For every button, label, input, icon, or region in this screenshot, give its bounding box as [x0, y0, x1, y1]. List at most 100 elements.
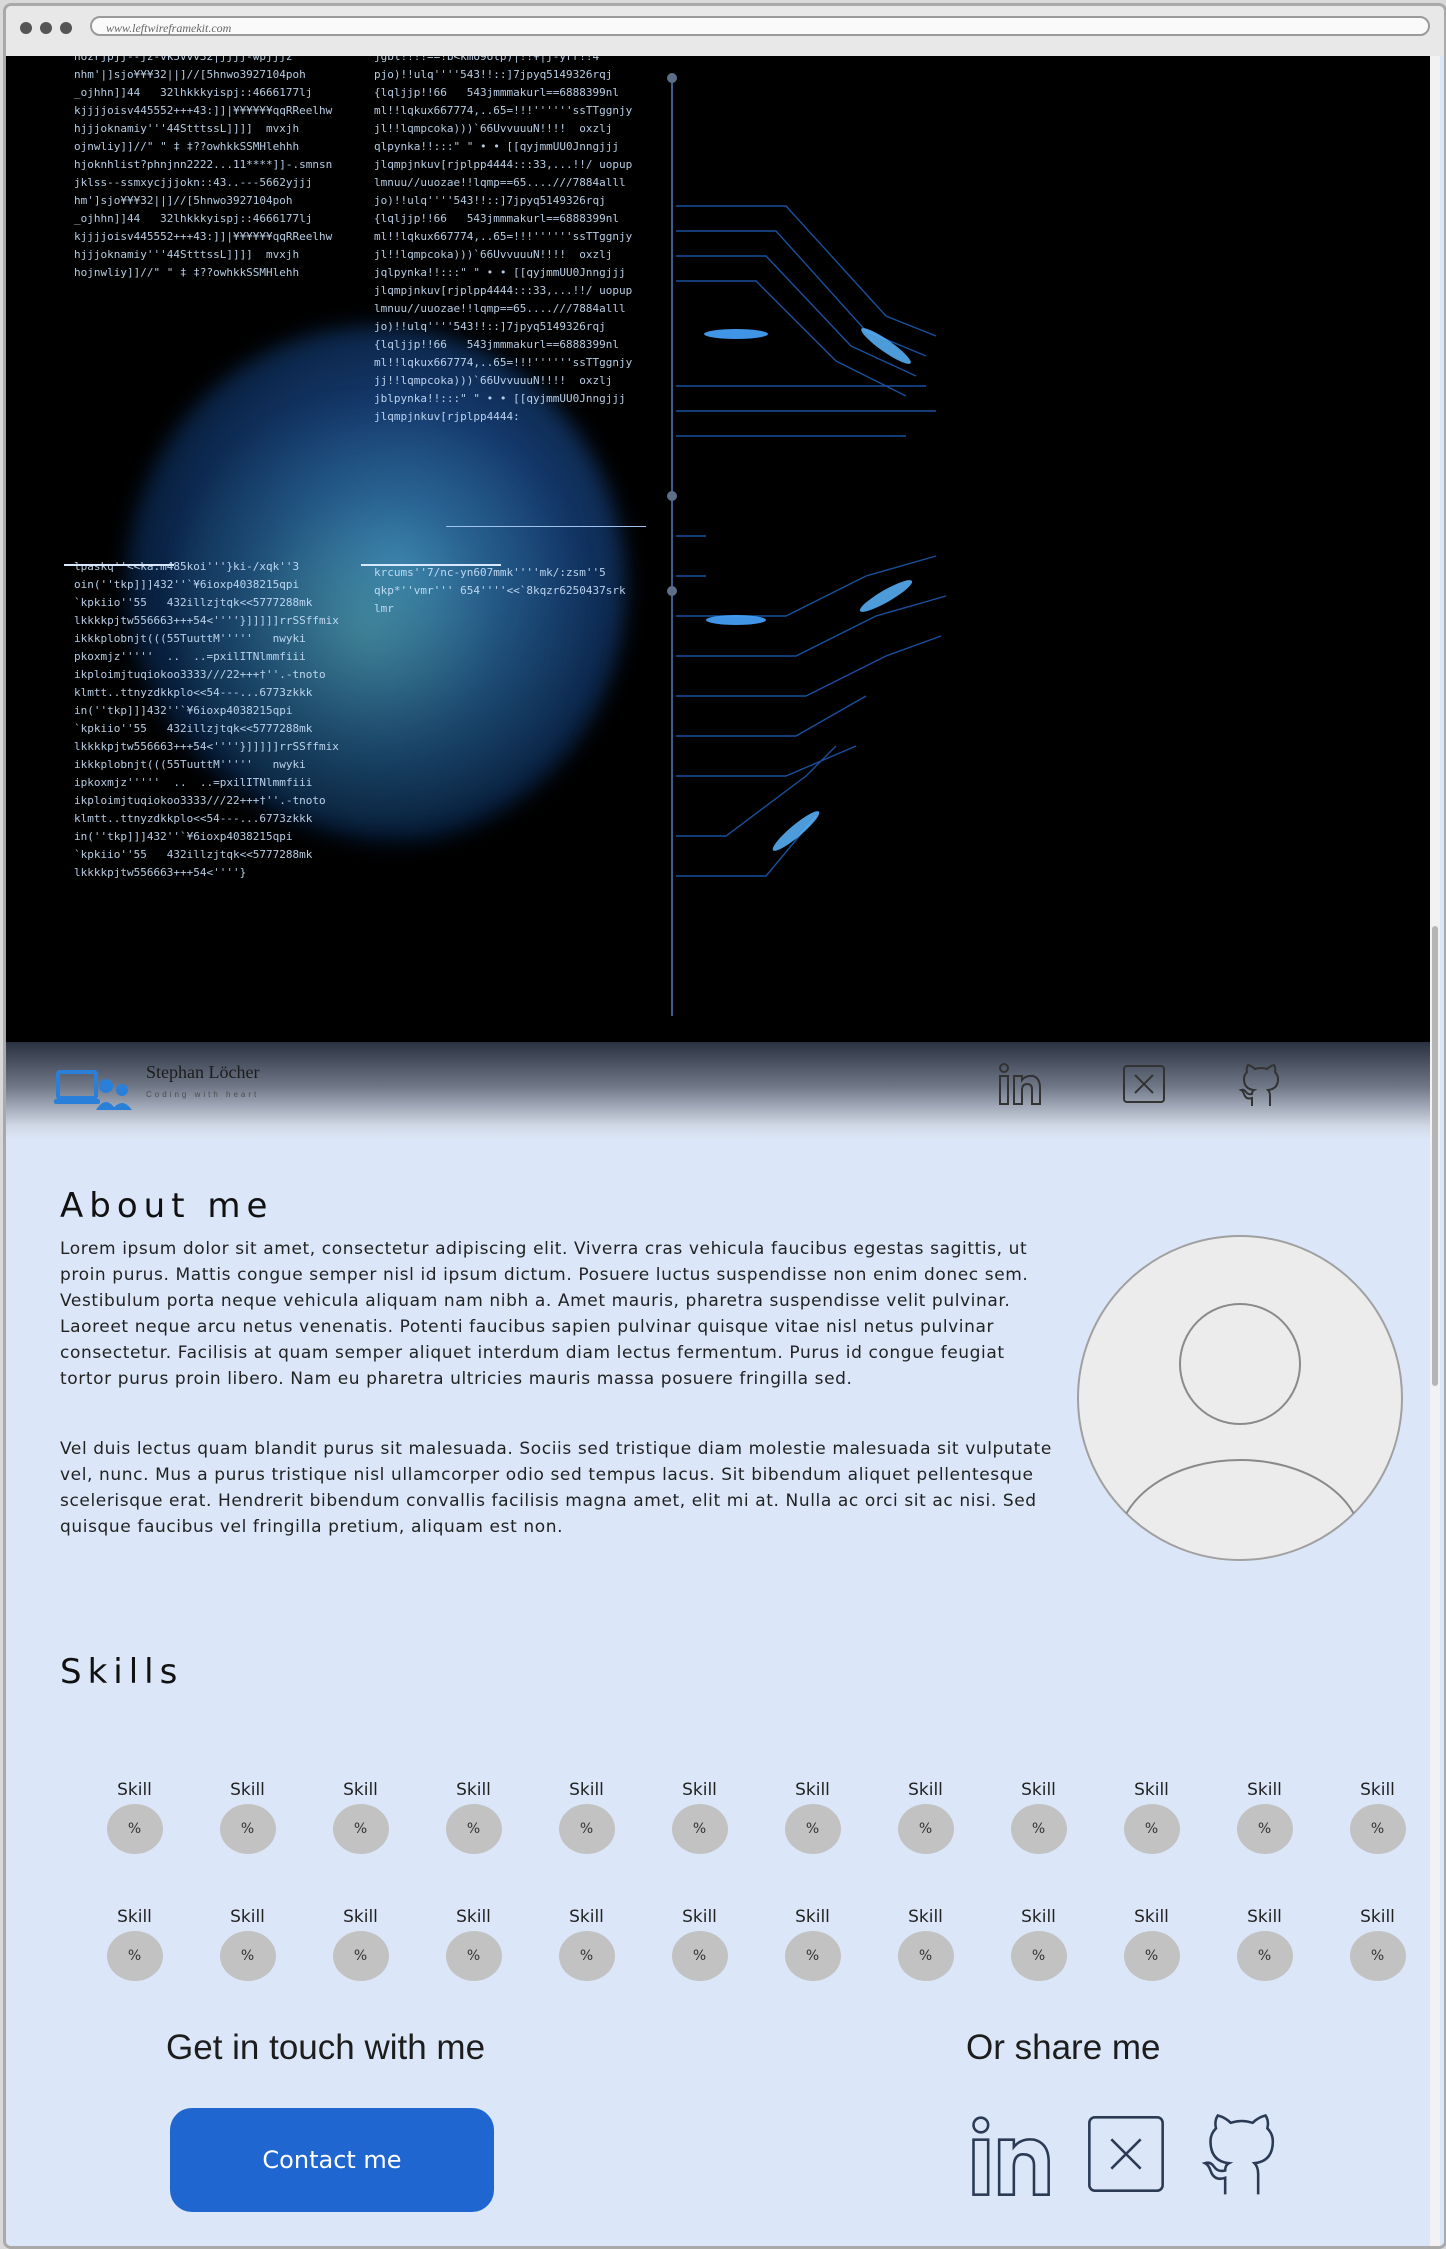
skill-label: Skill	[1247, 1780, 1282, 1800]
scrollbar[interactable]	[1430, 56, 1440, 2246]
about-title: About me	[60, 1186, 274, 1226]
skill-label: Skill	[682, 1907, 717, 1927]
address-bar[interactable]: www.leftwireframekit.com	[90, 16, 1430, 36]
skill-percent-badge: %	[106, 1804, 163, 1854]
skill-item: Skill%	[756, 1776, 869, 1854]
skill-item: Skill%	[869, 1776, 982, 1854]
skill-label: Skill	[1021, 1780, 1056, 1800]
skill-item: Skill%	[982, 1903, 1095, 1981]
skill-label: Skill	[1360, 1780, 1395, 1800]
window-maximize-dot[interactable]	[60, 22, 72, 34]
skill-item: Skill%	[1208, 1776, 1321, 1854]
skill-label: Skill	[230, 1907, 265, 1927]
page-viewport: nozrjpjj--jz-vk5vvv32|jjjj-wpjjjz nhm'|]…	[6, 56, 1444, 2246]
about-paragraph-1: Lorem ipsum dolor sit amet, consectetur …	[60, 1239, 1029, 1389]
skill-label: Skill	[343, 1780, 378, 1800]
x-icon[interactable]	[1120, 1062, 1168, 1110]
skill-item: Skill%	[756, 1903, 869, 1981]
logo-icon[interactable]	[54, 1066, 134, 1114]
skill-label: Skill	[1134, 1780, 1169, 1800]
skill-item: Skill%	[1208, 1903, 1321, 1981]
skill-label: Skill	[343, 1907, 378, 1927]
skill-label: Skill	[908, 1907, 943, 1927]
circuit-lines	[667, 73, 947, 877]
skill-item: Skill%	[1095, 1903, 1208, 1981]
github-icon[interactable]	[1234, 1062, 1282, 1110]
skill-item: Skill%	[78, 1903, 191, 1981]
skill-label: Skill	[117, 1907, 152, 1927]
skills-row-1: Skill% Skill% Skill% Skill% Skill% Skill% Skil…	[78, 1776, 1434, 1854]
contact-button[interactable]: Contact me	[170, 2108, 494, 2212]
share-title: Or share me	[966, 2028, 1161, 2067]
skill-item: Skill%	[191, 1776, 304, 1854]
window-controls	[20, 22, 72, 34]
skill-item: Skill%	[1321, 1903, 1434, 1981]
skill-item: Skill%	[530, 1776, 643, 1854]
skill-item: Skill%	[643, 1776, 756, 1854]
skill-percent-badge: %	[332, 1804, 389, 1854]
skill-item: Skill%	[417, 1903, 530, 1981]
skill-item: Skill%	[78, 1776, 191, 1854]
skill-item: Skill%	[1095, 1776, 1208, 1854]
skills-title: Skills	[60, 1652, 184, 1692]
skill-item: Skill%	[417, 1776, 530, 1854]
skill-percent-badge: %	[219, 1931, 276, 1981]
window-close-dot[interactable]	[20, 22, 32, 34]
about-paragraph-2: Vel duis lectus quam blandit purus sit m…	[60, 1439, 1052, 1537]
skill-percent-badge: %	[558, 1931, 615, 1981]
skill-percent-badge: %	[1236, 1804, 1293, 1854]
skill-percent-badge: %	[1010, 1804, 1067, 1854]
skill-percent-badge: %	[1349, 1804, 1406, 1854]
brand-name[interactable]: Stephan Löcher	[146, 1062, 259, 1083]
share-x-icon[interactable]	[1082, 2110, 1170, 2198]
skill-label: Skill	[456, 1780, 491, 1800]
skill-label: Skill	[1134, 1907, 1169, 1927]
skill-percent-badge: %	[332, 1931, 389, 1981]
browser-window: www.leftwireframekit.com nozrjpjj--jz-vk…	[3, 3, 1446, 2249]
skill-percent-badge: %	[1010, 1931, 1067, 1981]
skill-percent-badge: %	[445, 1931, 502, 1981]
skill-percent-badge: %	[671, 1931, 728, 1981]
skill-percent-badge: %	[671, 1804, 728, 1854]
skill-label: Skill	[117, 1780, 152, 1800]
skill-label: Skill	[795, 1780, 830, 1800]
window-minimize-dot[interactable]	[40, 22, 52, 34]
skill-item: Skill%	[1321, 1776, 1434, 1854]
skill-label: Skill	[908, 1780, 943, 1800]
skill-label: Skill	[569, 1907, 604, 1927]
linkedin-icon[interactable]	[996, 1062, 1044, 1110]
skill-label: Skill	[1360, 1907, 1395, 1927]
skill-percent-badge: %	[106, 1931, 163, 1981]
skill-percent-badge: %	[897, 1931, 954, 1981]
skill-percent-badge: %	[1123, 1931, 1180, 1981]
skill-percent-badge: %	[219, 1804, 276, 1854]
scrollbar-thumb[interactable]	[1432, 926, 1438, 1386]
hero-image: nozrjpjj--jz-vk5vvv32|jjjj-wpjjjz nhm'|]…	[6, 56, 1432, 1042]
skill-percent-badge: %	[1236, 1931, 1293, 1981]
skill-item: Skill%	[643, 1903, 756, 1981]
skill-item: Skill%	[304, 1903, 417, 1981]
skill-percent-badge: %	[558, 1804, 615, 1854]
skill-percent-badge: %	[784, 1931, 841, 1981]
skill-percent-badge: %	[1349, 1931, 1406, 1981]
skills-row-2: Skill% Skill% Skill% Skill% Skill% Skill% Skil…	[78, 1903, 1434, 1981]
avatar-placeholder	[1077, 1235, 1403, 1561]
skill-item: Skill%	[982, 1776, 1095, 1854]
skill-item: Skill%	[530, 1903, 643, 1981]
share-linkedin-icon[interactable]	[968, 2114, 1056, 2202]
skill-label: Skill	[569, 1780, 604, 1800]
skill-item: Skill%	[869, 1903, 982, 1981]
skill-label: Skill	[682, 1780, 717, 1800]
brand-tagline: Coding with heart	[146, 1090, 260, 1099]
skill-percent-badge: %	[784, 1804, 841, 1854]
skill-item: Skill%	[191, 1903, 304, 1981]
skill-percent-badge: %	[897, 1804, 954, 1854]
skill-item: Skill%	[304, 1776, 417, 1854]
skill-label: Skill	[230, 1780, 265, 1800]
browser-chrome: www.leftwireframekit.com	[6, 6, 1444, 50]
skill-percent-badge: %	[1123, 1804, 1180, 1854]
skill-percent-badge: %	[445, 1804, 502, 1854]
skill-label: Skill	[456, 1907, 491, 1927]
share-github-icon[interactable]	[1194, 2110, 1282, 2198]
skill-label: Skill	[1247, 1907, 1282, 1927]
